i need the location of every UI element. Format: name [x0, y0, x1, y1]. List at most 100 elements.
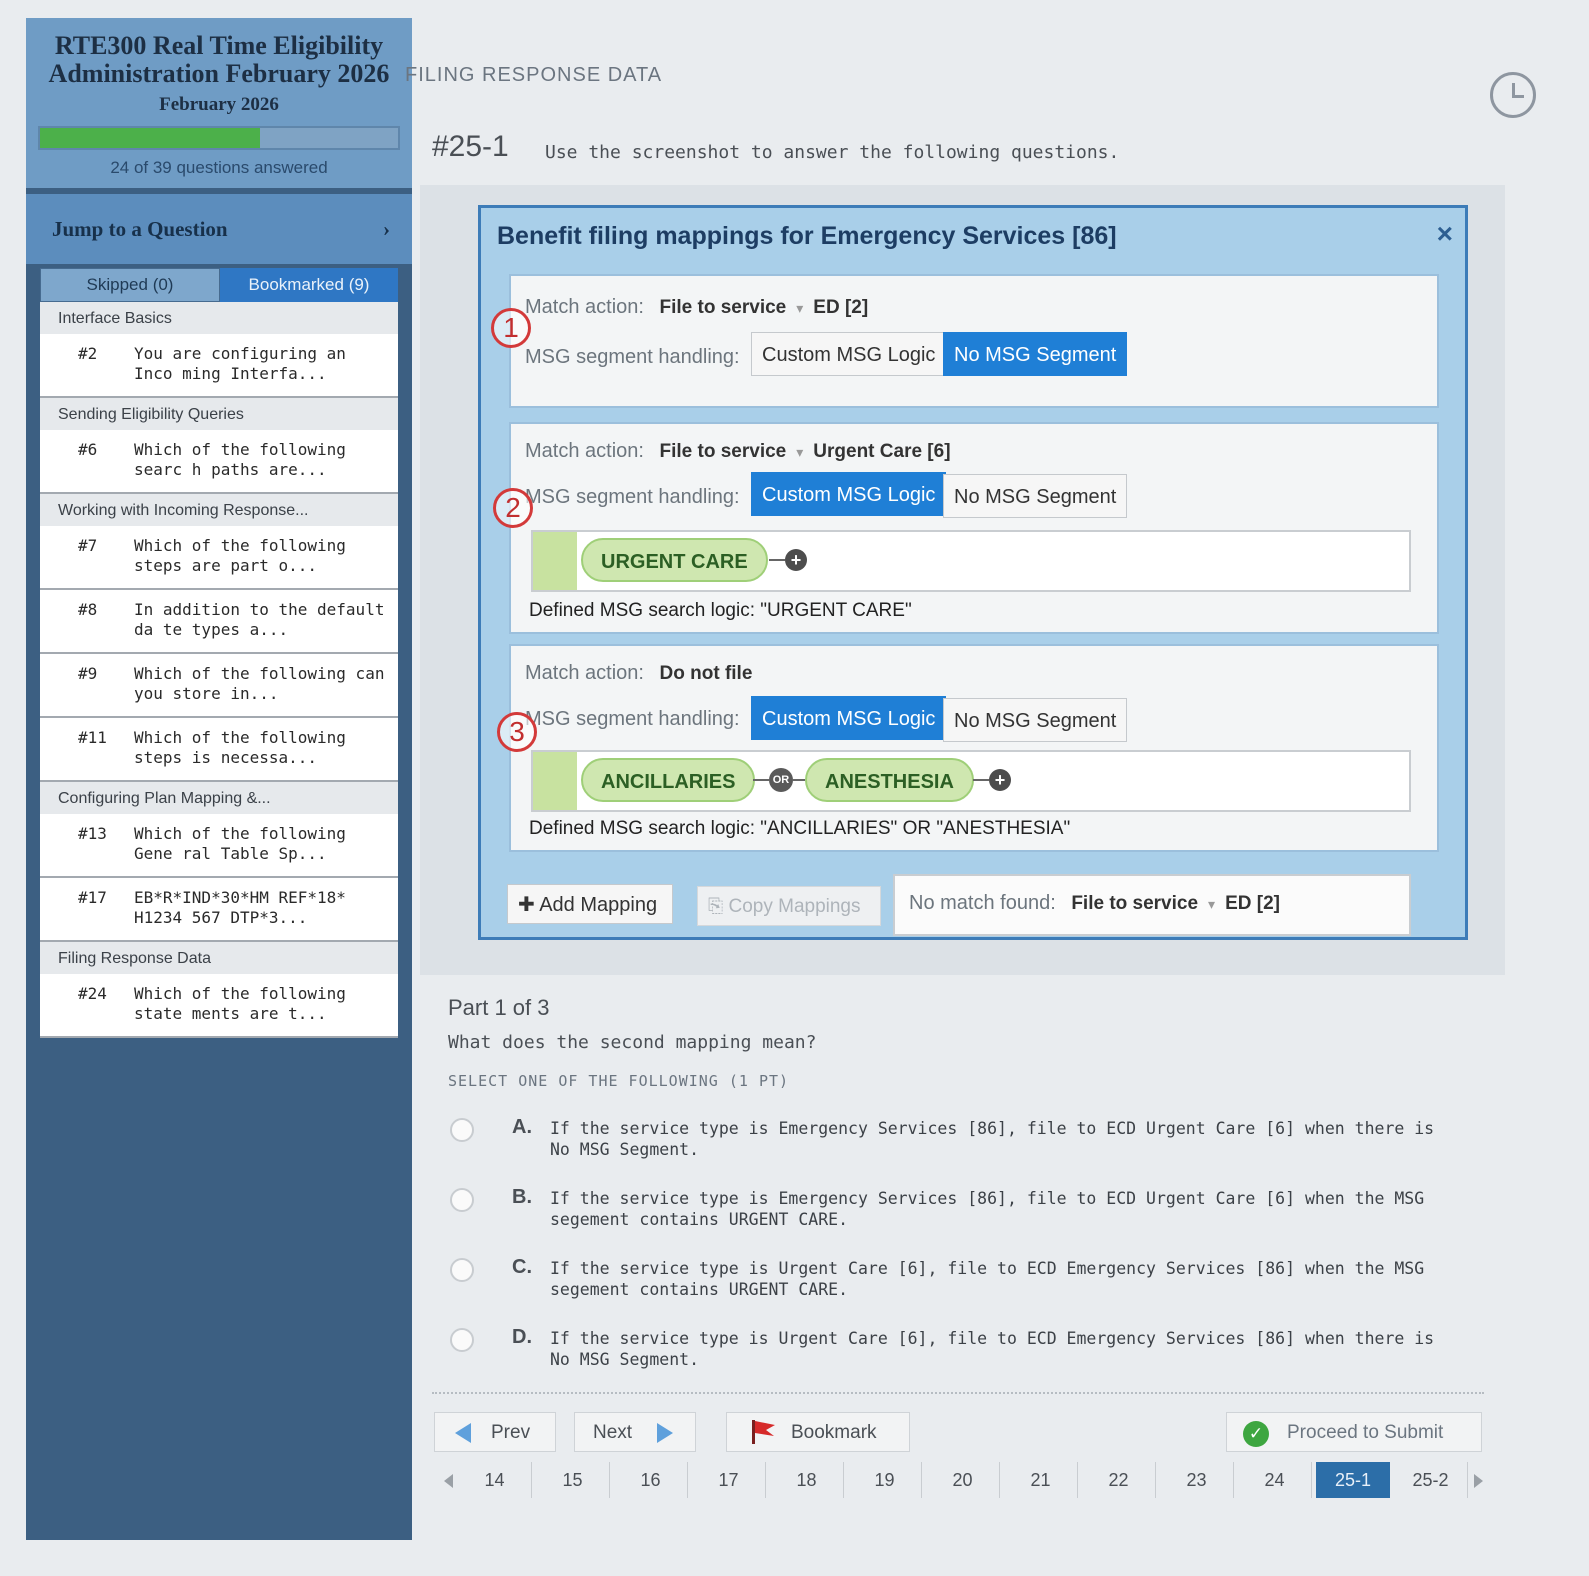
sidebar-question-item[interactable]: #9 Which of the following can you store i…	[40, 654, 398, 718]
question-screenshot: Benefit filing mappings for Emergency Se…	[420, 185, 1505, 975]
sidebar-section-title: Working with Incoming Response...	[40, 494, 398, 526]
option-letter: B.	[512, 1186, 532, 1208]
question-item-number: #6	[78, 440, 98, 459]
msg-label: MSG segment handling:	[525, 346, 740, 368]
page-prev-icon[interactable]	[444, 1474, 453, 1488]
page-22[interactable]: 22	[1082, 1462, 1156, 1498]
question-text: What does the second mapping mean?	[448, 1032, 817, 1053]
copy-icon: ⎘	[708, 896, 729, 917]
plus-icon: +	[785, 549, 807, 571]
no-match-label: No match found:	[909, 892, 1056, 914]
tab-skipped[interactable]: Skipped (0)	[40, 268, 220, 302]
page-16[interactable]: 16	[614, 1462, 688, 1498]
custom-msg-logic-button: Custom MSG Logic	[751, 696, 947, 740]
sidebar-question-item[interactable]: #2 You are configuring an Inco ming Inter…	[40, 334, 398, 398]
jump-label: Jump to a Question	[52, 216, 228, 241]
option-letter: D.	[512, 1326, 532, 1348]
logic-term-anesthesia: ANESTHESIA	[805, 758, 974, 802]
page-17[interactable]: 17	[692, 1462, 766, 1498]
no-msg-segment-button: No MSG Segment	[943, 474, 1128, 518]
match-service: ED [2]	[813, 297, 869, 318]
msg-label: MSG segment handling:	[525, 708, 740, 730]
plus-icon: +	[989, 769, 1011, 791]
add-mapping-label: Add Mapping	[539, 894, 658, 916]
flag-icon	[752, 1420, 775, 1444]
custom-msg-logic-button: Custom MSG Logic	[751, 332, 947, 376]
bookmark-label: Bookmark	[791, 1422, 877, 1443]
page-25-1[interactable]: 25-1	[1316, 1462, 1390, 1498]
radio-button[interactable]	[450, 1258, 474, 1282]
page-14[interactable]: 14	[458, 1462, 532, 1498]
option-text: If the service type is Urgent Care [6], …	[550, 1259, 1425, 1299]
match-action-label: Match action:	[525, 662, 644, 684]
add-mapping-button: ✚ Add Mapping	[507, 884, 673, 924]
course-header: RTE300 Real Time Eligibility Administrat…	[26, 18, 412, 188]
dialog-title: Benefit filing mappings for Emergency Se…	[497, 222, 1117, 250]
question-item-text: Which of the following searc h paths are…	[134, 440, 346, 479]
connector	[753, 779, 769, 781]
match-action-line: Match action: File to service ▾ Urgent Car…	[525, 440, 951, 463]
proceed-to-submit-button[interactable]: ✓ Proceed to Submit	[1226, 1412, 1482, 1452]
question-item-text: Which of the following steps is necessa.…	[134, 728, 346, 767]
sidebar-question-item[interactable]: #13 Which of the following Gene ral Table…	[40, 814, 398, 878]
checkmark-icon: ✓	[1243, 1421, 1269, 1447]
prev-button[interactable]: Prev	[434, 1412, 556, 1452]
question-item-text: Which of the following Gene ral Table Sp…	[134, 824, 346, 863]
sidebar-question-item[interactable]: #17 EB*R*IND*30*HM REF*18* H1234 567 DTP*…	[40, 878, 398, 942]
copy-mappings-label: Copy Mappings	[728, 896, 861, 917]
page-19[interactable]: 19	[848, 1462, 922, 1498]
jump-to-question[interactable]: Jump to a Question ›	[26, 194, 412, 264]
connector	[769, 559, 785, 561]
select-hint: SELECT ONE OF THE FOLLOWING (1 PT)	[448, 1072, 790, 1090]
page-21[interactable]: 21	[1004, 1462, 1078, 1498]
defined-logic: Defined MSG search logic: "ANCILLARIES" …	[529, 818, 1071, 839]
logic-term-ancillaries: ANCILLARIES	[581, 758, 756, 802]
chevron-right-icon: ›	[383, 216, 390, 241]
logic-stub	[533, 752, 577, 810]
sidebar-question-item[interactable]: #24 Which of the following state ments ar…	[40, 974, 398, 1038]
sidebar-question-item[interactable]: #8 In addition to the default da te types…	[40, 590, 398, 654]
question-item-number: #2	[78, 344, 98, 363]
dropdown-icon: ▾	[796, 300, 804, 316]
dropdown-icon: ▾	[1208, 896, 1216, 912]
sidebar-question-item[interactable]: #11 Which of the following steps is neces…	[40, 718, 398, 782]
question-item-text: Which of the following state ments are t…	[134, 984, 346, 1023]
clock-icon[interactable]	[1490, 72, 1536, 118]
sidebar-question-item[interactable]: #7 Which of the following steps are part …	[40, 526, 398, 590]
callout-1: 1	[491, 308, 531, 348]
page-23[interactable]: 23	[1160, 1462, 1234, 1498]
progress-fill	[40, 128, 261, 148]
tab-bookmarked[interactable]: Bookmarked (9)	[220, 268, 398, 302]
question-instruction: Use the screenshot to answer the followi…	[545, 142, 1120, 163]
arrow-left-icon	[455, 1423, 471, 1443]
page-25-2[interactable]: 25-2	[1394, 1462, 1468, 1498]
mapping-3: Match action: Do not file MSG segment ha…	[509, 644, 1439, 852]
question-item-text: Which of the following steps are part o.…	[134, 536, 346, 575]
page-24[interactable]: 24	[1238, 1462, 1312, 1498]
sidebar-question-item[interactable]: #6 Which of the following searc h paths a…	[40, 430, 398, 494]
match-action-value: File to service	[659, 441, 787, 462]
prev-label: Prev	[491, 1422, 531, 1443]
plus-icon: ✚	[518, 894, 540, 916]
page-15[interactable]: 15	[536, 1462, 610, 1498]
radio-button[interactable]	[450, 1328, 474, 1352]
option-letter: A.	[512, 1116, 532, 1138]
page-18[interactable]: 18	[770, 1462, 844, 1498]
callout-3: 3	[497, 712, 537, 752]
mapping-dialog: Benefit filing mappings for Emergency Se…	[478, 205, 1468, 940]
divider	[432, 1392, 1484, 1394]
option-text: If the service type is Emergency Service…	[550, 1189, 1425, 1229]
pagination: 14 15 16 17 18 19 20 21 22 23 24 25-1 25-2	[436, 1462, 1488, 1500]
bookmark-button[interactable]: Bookmark	[726, 1412, 910, 1452]
dropdown-icon: ▾	[796, 444, 804, 460]
next-button[interactable]: Next	[574, 1412, 696, 1452]
radio-button[interactable]	[450, 1188, 474, 1212]
page-20[interactable]: 20	[926, 1462, 1000, 1498]
question-item-number: #9	[78, 664, 98, 683]
progress-text: 24 of 39 questions answered	[110, 158, 328, 177]
or-operator-icon: OR	[769, 768, 793, 792]
radio-button[interactable]	[450, 1118, 474, 1142]
msg-logic-builder: ANCILLARIES OR ANESTHESIA +	[531, 750, 1411, 812]
page-next-icon[interactable]	[1474, 1474, 1483, 1488]
option-letter: C.	[512, 1256, 532, 1278]
